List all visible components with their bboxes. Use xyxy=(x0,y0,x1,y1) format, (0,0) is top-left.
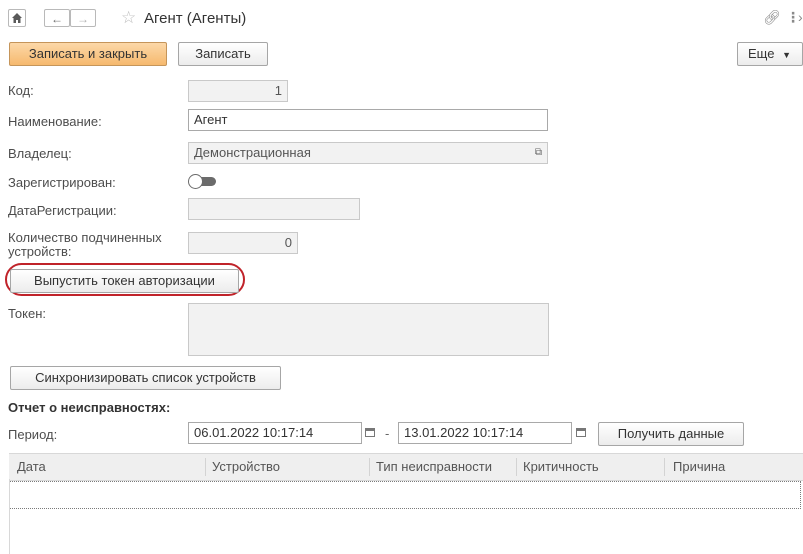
code-label: Код: xyxy=(8,83,34,98)
column-separator xyxy=(205,458,206,476)
column-separator xyxy=(664,458,665,476)
sync-devices-button[interactable]: Синхронизировать список устройств xyxy=(10,366,281,390)
registered-label: Зарегистрирован: xyxy=(8,175,116,190)
table-border xyxy=(9,479,10,554)
report-title: Отчет о неисправностях: xyxy=(8,400,171,415)
open-link-icon[interactable]: ⧉ xyxy=(535,143,542,163)
save-button[interactable]: Записать xyxy=(178,42,268,66)
calendar-icon[interactable] xyxy=(576,428,586,437)
arrow-left-icon: ← xyxy=(51,12,63,26)
name-label: Наименование: xyxy=(8,114,102,129)
home-button[interactable] xyxy=(8,9,26,27)
arrow-right-icon: → xyxy=(77,12,89,26)
date-from-value: 06.01.2022 10:17:14 xyxy=(194,425,314,440)
devices-label-text: Количество подчиненных устройств: xyxy=(8,230,162,259)
devices-field[interactable]: 0 xyxy=(188,232,298,254)
regdate-field[interactable]: . . : : xyxy=(188,198,360,220)
get-data-button[interactable]: Получить данные xyxy=(598,422,744,446)
devices-label: Количество подчиненных устройств: xyxy=(8,231,188,259)
owner-label: Владелец: xyxy=(8,146,72,161)
back-button[interactable]: ← xyxy=(44,9,70,27)
forward-button[interactable]: → xyxy=(70,9,96,27)
token-label: Токен: xyxy=(8,306,47,321)
owner-field[interactable]: Демонстрационная ⧉ xyxy=(188,142,548,164)
column-separator xyxy=(516,458,517,476)
calendar-icon[interactable] xyxy=(365,428,375,437)
regdate-label: ДатаРегистрации: xyxy=(8,203,117,218)
chevron-down-icon: ▼ xyxy=(782,50,791,60)
code-field[interactable]: 1 xyxy=(188,80,288,102)
column-header-device[interactable]: Устройство xyxy=(212,454,280,480)
name-field[interactable]: Агент xyxy=(188,109,548,131)
table-header: Дата Устройство Тип неисправности Критич… xyxy=(9,453,803,481)
owner-value: Демонстрационная xyxy=(194,145,311,160)
token-field[interactable] xyxy=(188,303,549,356)
column-header-date[interactable]: Дата xyxy=(17,454,46,480)
more-label: Еще xyxy=(748,46,775,61)
link-icon[interactable]: 🔗︎ xyxy=(763,9,781,26)
toggle-knob xyxy=(188,174,203,189)
column-header-fault-type[interactable]: Тип неисправности xyxy=(376,454,492,480)
period-label: Период: xyxy=(8,427,58,442)
date-from-field[interactable]: 06.01.2022 10:17:14 xyxy=(188,422,362,444)
registered-toggle[interactable] xyxy=(188,174,216,189)
date-to-field[interactable]: 13.01.2022 10:17:14 xyxy=(398,422,572,444)
column-header-criticality[interactable]: Критичность xyxy=(523,454,599,480)
more-button[interactable]: Еще ▼ xyxy=(737,42,803,66)
column-header-reason[interactable]: Причина xyxy=(673,454,725,480)
close-icon[interactable]: › xyxy=(798,9,803,25)
home-icon xyxy=(12,13,22,23)
issue-token-button[interactable]: Выпустить токен авторизации xyxy=(10,269,239,293)
window-title: Агент (Агенты) xyxy=(144,10,247,27)
table-row[interactable] xyxy=(9,481,801,509)
period-dash: - xyxy=(385,426,390,441)
star-icon[interactable]: ☆ xyxy=(121,8,136,28)
save-and-close-button[interactable]: Записать и закрыть xyxy=(9,42,167,66)
date-to-value: 13.01.2022 10:17:14 xyxy=(404,425,524,440)
column-separator xyxy=(369,458,370,476)
